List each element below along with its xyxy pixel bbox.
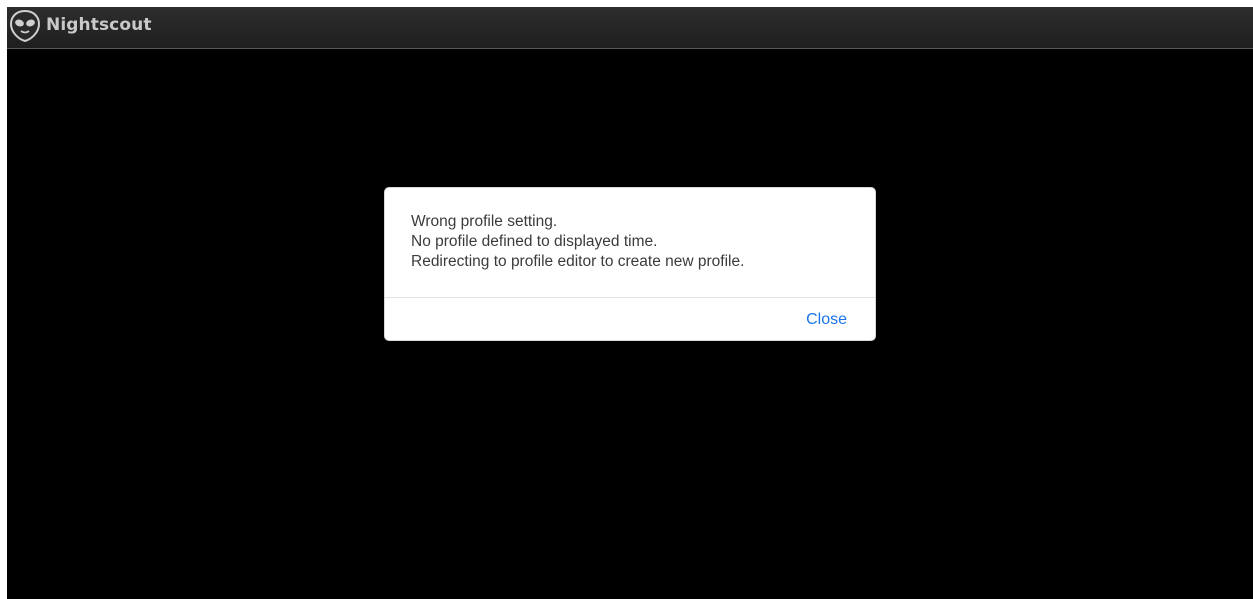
dialog-message-line: No profile defined to displayed time. [411,233,658,250]
app-title[interactable]: Nightscout [46,15,152,35]
dialog-divider [385,297,875,298]
app-window: Nightscout Wrong profile setting. No pro… [7,7,1253,599]
alien-head-icon[interactable] [9,9,41,43]
profile-error-dialog: Wrong profile setting. No profile define… [384,187,876,341]
dialog-message: Wrong profile setting. No profile define… [411,212,855,272]
dialog-message-line: Wrong profile setting. [411,213,558,230]
close-button[interactable]: Close [806,311,847,329]
dialog-message-line: Redirecting to profile editor to create … [411,253,745,270]
top-navbar: Nightscout [7,7,1253,49]
